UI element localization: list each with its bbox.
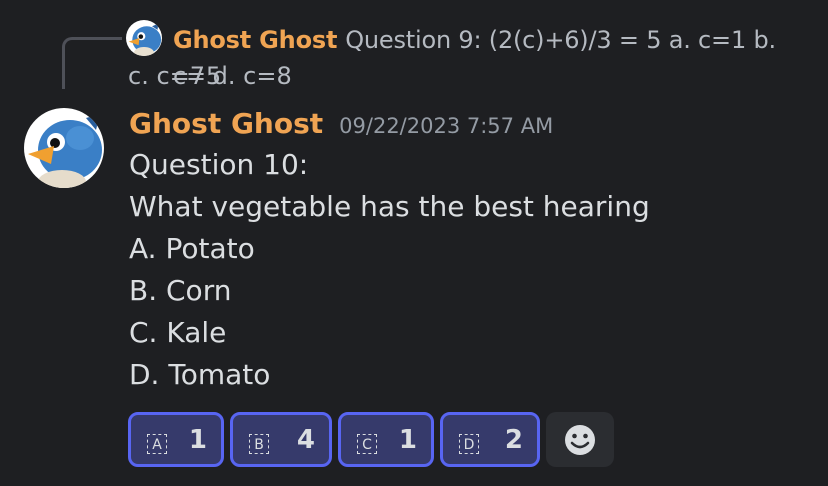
smiley-icon xyxy=(565,424,595,455)
message-line: What vegetable has the best hearing xyxy=(129,190,650,223)
message-header: Ghost Ghost 09/22/2023 7:57 AM xyxy=(129,104,553,144)
chat-message-view: Ghost Ghost Question 9: (2(c)+6)/3 = 5 a.… xyxy=(0,0,828,486)
reaction-count: 1 xyxy=(398,424,417,455)
reaction-b-button[interactable]: B 4 xyxy=(230,412,332,467)
reaction-a-button[interactable]: A 1 xyxy=(128,412,224,467)
message-line: C. Kale xyxy=(129,316,227,349)
letter-d-icon: D xyxy=(459,433,479,454)
message-line: A. Potato xyxy=(129,232,255,265)
reply-connector-line xyxy=(62,37,122,89)
reaction-count: 2 xyxy=(504,424,523,455)
message-content: Question 10: What vegetable has the best… xyxy=(129,144,809,396)
reaction-count: 1 xyxy=(188,424,207,455)
reactions-bar: A 1 B 4 C 1 D 2 xyxy=(128,412,614,467)
letter-a-icon: A xyxy=(147,433,167,454)
message-line: D. Tomato xyxy=(129,358,271,391)
reply-author-name[interactable]: Ghost Ghost xyxy=(173,26,337,54)
letter-c-icon: C xyxy=(357,433,377,454)
author-name[interactable]: Ghost Ghost xyxy=(129,104,323,144)
message-line: Question 10: xyxy=(129,148,309,181)
author-avatar[interactable] xyxy=(24,108,104,188)
reaction-d-button[interactable]: D 2 xyxy=(440,412,540,467)
reply-preview-text-continued: c. c=7 d. c=8 xyxy=(128,62,292,90)
reaction-c-button[interactable]: C 1 xyxy=(338,412,434,467)
letter-b-icon: B xyxy=(249,433,269,454)
reaction-count: 4 xyxy=(296,424,315,455)
add-reaction-button[interactable] xyxy=(546,412,614,467)
reply-avatar[interactable] xyxy=(126,20,162,56)
message-line: B. Corn xyxy=(129,274,232,307)
message-timestamp[interactable]: 09/22/2023 7:57 AM xyxy=(339,114,553,138)
